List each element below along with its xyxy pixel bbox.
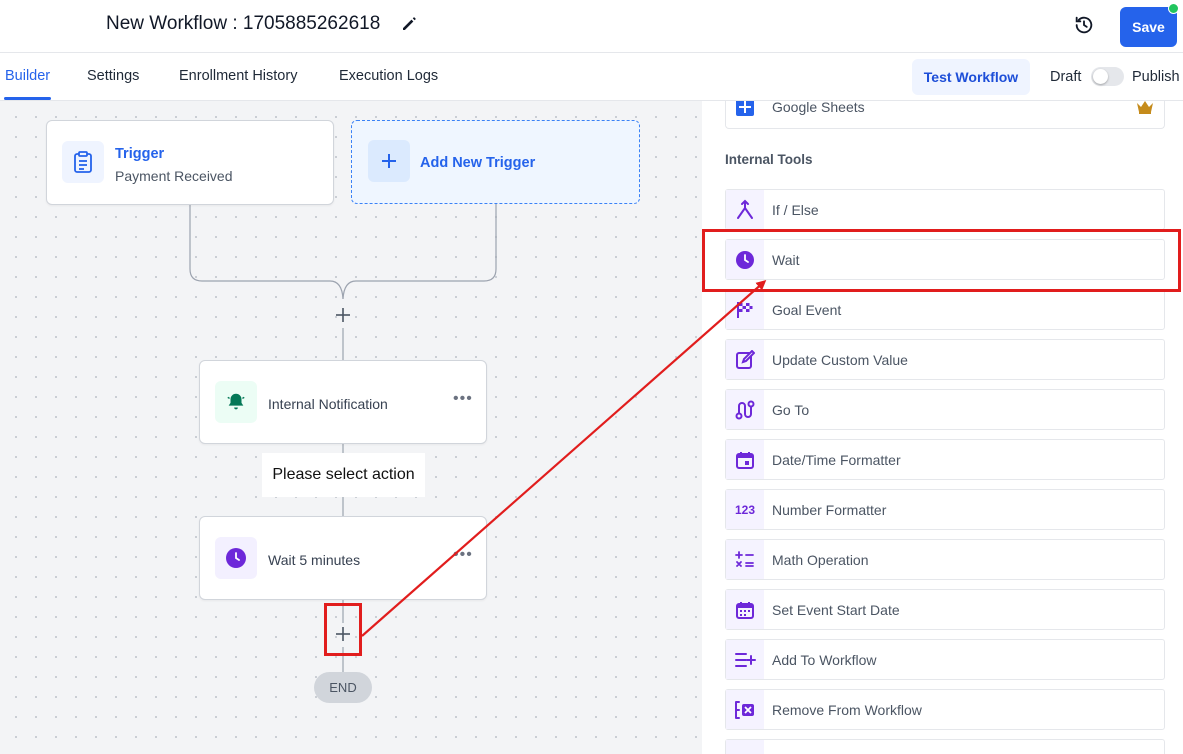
- tool-date-time-formatter[interactable]: Date/Time Formatter: [725, 439, 1165, 480]
- tool-label: Goal Event: [772, 302, 842, 318]
- calendar-icon: [726, 590, 764, 629]
- tool-label: Remove From Workflow: [772, 702, 922, 718]
- wait-label: Wait 5 minutes: [268, 552, 361, 568]
- tool-remove-from-workflow[interactable]: Remove From Workflow: [725, 689, 1165, 730]
- clipboard-icon: [62, 141, 104, 183]
- list-icon: [726, 740, 764, 754]
- add-action-button[interactable]: [332, 304, 354, 326]
- trigger-title: Trigger: [115, 146, 165, 162]
- active-tab-indicator: [4, 97, 51, 100]
- tool-math-operation[interactable]: Math Operation: [725, 539, 1165, 580]
- tool-label: If / Else: [772, 202, 819, 218]
- status-dot: [1168, 3, 1179, 14]
- add-trigger-label: Add New Trigger: [420, 155, 536, 171]
- tool-goal-event[interactable]: Goal Event: [725, 289, 1165, 330]
- flag-icon: [726, 290, 764, 329]
- tool-label: Add To Workflow: [772, 652, 877, 668]
- highlight-box-add-action: [324, 603, 362, 656]
- action-google-sheets[interactable]: Google Sheets: [725, 101, 1165, 129]
- clock-icon: [215, 537, 257, 579]
- top-header: New Workflow : 1705885262618 Save: [0, 0, 1183, 53]
- notification-label: Internal Notification: [268, 396, 388, 412]
- tab-execution-logs[interactable]: Execution Logs: [339, 68, 438, 84]
- list-add-icon: [726, 640, 764, 679]
- number-123-icon: 123: [726, 490, 764, 529]
- plus-icon: [368, 140, 410, 182]
- split-icon: [726, 190, 764, 229]
- toggle-knob: [1093, 69, 1108, 84]
- publish-toggle[interactable]: [1091, 67, 1124, 86]
- more-options-icon[interactable]: •••: [453, 546, 473, 564]
- tab-builder[interactable]: Builder: [5, 68, 50, 84]
- tool-label: Set Event Start Date: [772, 602, 900, 618]
- tool-go-to[interactable]: Go To: [725, 389, 1165, 430]
- crown-icon: [1137, 101, 1153, 114]
- trigger-node[interactable]: Trigger Payment Received: [46, 120, 334, 205]
- list-remove-icon: [726, 690, 764, 729]
- tool-if-else[interactable]: If / Else: [725, 189, 1165, 230]
- tab-enrollment-history[interactable]: Enrollment History: [179, 68, 297, 84]
- google-sheets-icon: [726, 101, 764, 126]
- tab-settings[interactable]: Settings: [87, 68, 139, 84]
- tool-number-formatter[interactable]: 123 Number Formatter: [725, 489, 1165, 530]
- tool-label: Math Operation: [772, 552, 869, 568]
- tool-label: Go To: [772, 402, 810, 418]
- tool-label: Google Sheets: [772, 101, 865, 115]
- pencil-icon[interactable]: [400, 15, 418, 33]
- trigger-subtitle: Payment Received: [115, 168, 233, 184]
- end-marker: END: [314, 672, 372, 703]
- workflow-canvas[interactable]: Trigger Payment Received Add New Trigger…: [0, 101, 702, 754]
- route-icon: [726, 390, 764, 429]
- calendar-icon: [726, 440, 764, 479]
- tool-add-to-workflow[interactable]: Add To Workflow: [725, 639, 1165, 680]
- tool-label: Date/Time Formatter: [772, 452, 901, 468]
- history-icon[interactable]: [1073, 14, 1095, 36]
- more-options-icon[interactable]: •••: [453, 390, 473, 408]
- tool-next-item[interactable]: [725, 739, 1165, 754]
- math-icon: [726, 540, 764, 579]
- save-button[interactable]: Save: [1120, 7, 1177, 47]
- test-workflow-button[interactable]: Test Workflow: [912, 59, 1030, 95]
- edit-icon: [726, 340, 764, 379]
- tool-set-event-start-date[interactable]: Set Event Start Date: [725, 589, 1165, 630]
- workflow-title: New Workflow : 1705885262618: [106, 13, 381, 34]
- highlight-box-wait: [702, 229, 1181, 292]
- actions-panel: Google Sheets Internal Tools If / Else W…: [702, 101, 1183, 754]
- tab-bar: Builder Settings Enrollment History Exec…: [0, 53, 1183, 101]
- publish-label: Publish: [1132, 69, 1180, 85]
- tool-update-custom-value[interactable]: Update Custom Value: [725, 339, 1165, 380]
- tool-label: Number Formatter: [772, 502, 887, 518]
- section-title: Internal Tools: [725, 152, 813, 167]
- add-trigger-button[interactable]: Add New Trigger: [351, 120, 640, 204]
- draft-label: Draft: [1050, 69, 1082, 85]
- bell-icon: [215, 381, 257, 423]
- select-action-tooltip: Please select action: [262, 453, 425, 497]
- tool-label: Update Custom Value: [772, 352, 908, 368]
- wait-node[interactable]: Wait 5 minutes •••: [199, 516, 487, 600]
- internal-notification-node[interactable]: Internal Notification •••: [199, 360, 487, 444]
